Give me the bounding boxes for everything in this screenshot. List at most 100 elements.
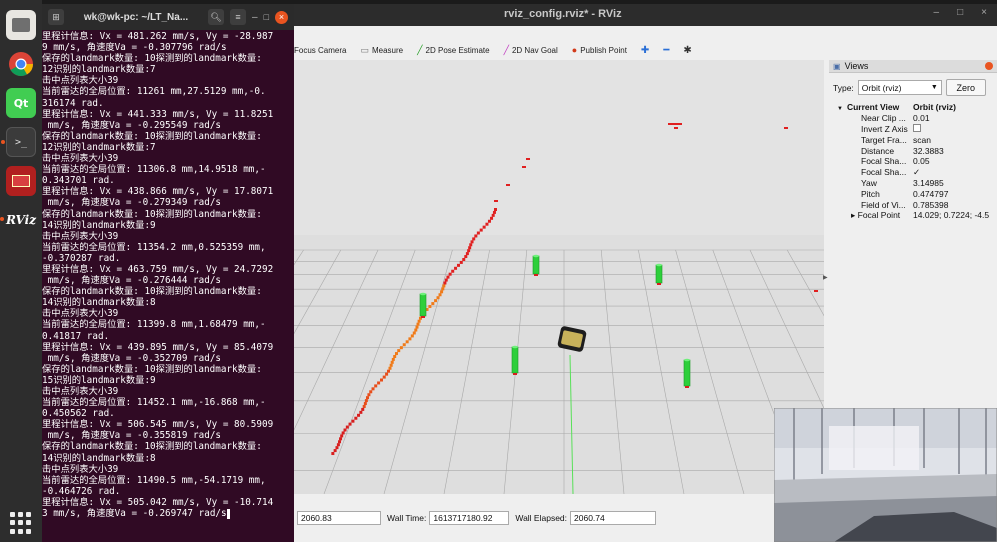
screen-recorder-app-icon[interactable]: [6, 166, 36, 196]
view-property-row[interactable]: Distance 32.3883: [833, 145, 997, 156]
close-panel-icon[interactable]: [985, 62, 993, 70]
remove-tool-icon[interactable]: ━: [663, 45, 669, 56]
far-floor: [294, 60, 824, 235]
rviz-app-icon[interactable]: RViz: [0, 205, 36, 235]
chevron-right-icon[interactable]: ▸: [851, 210, 858, 220]
laser-scan-point: [464, 255, 468, 259]
search-icon[interactable]: 🔍︎: [208, 9, 224, 25]
laser-scan-point: [391, 357, 395, 361]
laser-scan-point: [522, 166, 526, 168]
terminal-titlebar[interactable]: ⊞ wk@wk-pc: ~/LT_Na... 🔍︎ ≡ – □ ×: [42, 4, 294, 30]
terminal-line: 当前雷达的全局位置: 11399.8 mm,1.68479 mm,-: [42, 319, 266, 331]
minimize-icon[interactable]: –: [934, 7, 940, 18]
laser-scan-point: [472, 237, 476, 241]
new-tab-icon[interactable]: ⊞: [48, 9, 64, 25]
dock: Qt >_ RViz: [0, 0, 42, 542]
terminal-line: 14识别的landmark数量:9: [42, 219, 156, 231]
wall-time-field[interactable]: 1613717180.92: [429, 511, 510, 525]
laser-scan-point: [385, 372, 389, 376]
laser-scan-point: [399, 346, 403, 350]
menu-icon[interactable]: ≡: [230, 9, 246, 25]
view-property-row[interactable]: Pitch 0.474797: [833, 188, 997, 199]
3d-viewport[interactable]: [294, 60, 824, 494]
view-property-value: 0.05: [913, 156, 930, 167]
close-icon[interactable]: ×: [981, 7, 987, 18]
terminal-app-icon[interactable]: >_: [1, 127, 36, 157]
tool-bar: Focus Camera ▭ Measure ╱ 2D Pose Estimate …: [294, 40, 997, 60]
laser-scan-point: [416, 322, 420, 326]
terminal-line: 当前雷达的全局位置: 11490.5 mm,-54.1719 mm,: [42, 474, 266, 486]
landmark-cylinder: [683, 359, 691, 387]
focus-camera-tool[interactable]: Focus Camera: [294, 46, 346, 55]
minimize-icon[interactable]: –: [252, 12, 258, 23]
nav-goal-tool[interactable]: ╱ 2D Nav Goal: [504, 45, 558, 56]
terminal-output[interactable]: 里程计信息: Vx = 481.262 mm/s, Vy = -28.987 9 …: [42, 30, 294, 541]
view-property-value: 0.474797: [913, 188, 949, 199]
show-applications-icon[interactable]: [10, 512, 32, 534]
view-property-key: ▸ Focal Point: [833, 210, 913, 221]
view-property-row[interactable]: Focal Sha... ✓: [833, 167, 997, 178]
chevron-down-icon: ▼: [837, 106, 843, 113]
terminal-line: 里程计信息: Vx = 481.262 mm/s, Vy = -28.987: [42, 31, 274, 42]
laser-scan-point: [367, 393, 371, 397]
laser-scan-point: [348, 422, 352, 426]
terminal-line: 击中点列表大小39: [42, 308, 119, 320]
terminal-line: 里程计信息: Vx = 506.545 mm/s, Vy = 80.5909: [42, 419, 274, 431]
view-property-row[interactable]: Target Fra... scan: [833, 134, 997, 145]
files-app-icon[interactable]: [6, 10, 36, 40]
view-property-row[interactable]: Invert Z Axis: [833, 123, 997, 135]
view-property-row[interactable]: Yaw 3.14985: [833, 178, 997, 189]
laser-scan-point: [335, 446, 339, 450]
tool-properties-icon[interactable]: ✱: [683, 45, 691, 56]
view-property-key: Near Clip ...: [861, 113, 906, 124]
close-icon[interactable]: ×: [275, 10, 288, 24]
scene-canvas[interactable]: [294, 60, 824, 494]
measure-tool[interactable]: ▭ Measure: [360, 45, 403, 56]
terminal-line: mm/s, 角速度Va = -0.355819 rad/s: [42, 430, 222, 442]
laser-scan-point: [359, 410, 363, 414]
qt-creator-app-icon[interactable]: Qt: [6, 88, 36, 118]
terminal-line: 保存的landmark数量: 10探测到的landmark数量:: [42, 208, 262, 220]
running-indicator-dot: [0, 217, 4, 221]
current-view-row[interactable]: ▼ Current View Orbit (rviz): [833, 102, 997, 113]
view-property-row[interactable]: Field of Vi... 0.785398: [833, 199, 997, 210]
zero-button[interactable]: Zero: [945, 79, 986, 96]
view-type-select[interactable]: Orbit (rviz) ▼: [857, 80, 942, 95]
chrome-app-icon[interactable]: [6, 49, 36, 79]
nav-goal-label: 2D Nav Goal: [511, 45, 558, 55]
add-tool-icon[interactable]: ✚: [641, 45, 649, 56]
maximize-icon[interactable]: □: [264, 12, 269, 22]
view-property-key: Field of Vi...: [861, 199, 906, 210]
collapse-right-panel-icon[interactable]: ▶: [823, 274, 828, 281]
laser-scan-point: [448, 272, 452, 276]
ros-time-field[interactable]: 2060.83: [297, 511, 381, 525]
rviz-titlebar[interactable]: rviz_config.rviz* - RViz – □ ×: [294, 4, 997, 26]
floor-plane: [294, 235, 824, 494]
maximize-icon[interactable]: □: [957, 7, 963, 18]
landmark-cylinder-top: [684, 358, 690, 362]
laser-scan-point: [487, 219, 491, 223]
laser-scan-point: [494, 200, 498, 202]
terminal-window[interactable]: ⊞ wk@wk-pc: ~/LT_Na... 🔍︎ ≡ – □ × 里程计信息:…: [42, 4, 294, 542]
terminal-line: 里程计信息: Vx = 463.759 mm/s, Vy = 24.7292: [42, 263, 274, 275]
views-panel-header[interactable]: ▣ Views: [829, 60, 997, 73]
laser-scan-point: [374, 384, 378, 388]
terminal-line: 保存的landmark数量: 10探测到的landmark数量:: [42, 130, 262, 142]
landmark-cylinder: [511, 346, 519, 374]
laser-scan-point: [364, 399, 368, 403]
laser-scan-point: [331, 452, 335, 456]
invert-z-checkbox[interactable]: [913, 123, 921, 132]
view-property-row[interactable]: Focal Sha... 0.05: [833, 156, 997, 167]
view-property-value: [913, 123, 997, 134]
publish-point-tool[interactable]: ● Publish Point: [572, 45, 627, 55]
view-property-row[interactable]: ▸ Focal Point 14.029; 0.7224; -4.5: [833, 210, 997, 221]
view-property-label: Focal Point: [857, 209, 901, 220]
landmark-scan-hit: [421, 316, 425, 318]
landmark-scan-hit: [657, 283, 661, 285]
laser-scan-point: [485, 222, 489, 226]
pose-estimate-tool[interactable]: ╱ 2D Pose Estimate: [417, 45, 489, 56]
view-property-row[interactable]: Near Clip ... 0.01: [833, 113, 997, 124]
wall-elapsed-field[interactable]: 2060.74: [570, 511, 657, 525]
laser-scan-point: [362, 404, 366, 408]
view-property-value: 14.029; 0.7224; -4.5: [913, 210, 990, 221]
